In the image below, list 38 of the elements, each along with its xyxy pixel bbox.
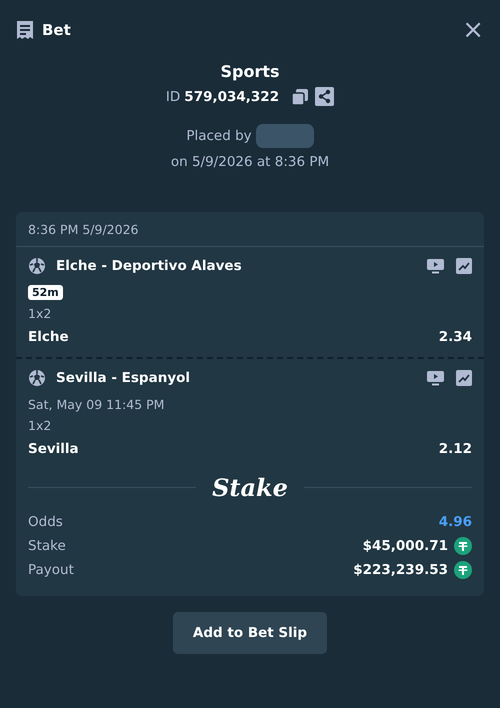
selection-odds: 2.34: [438, 329, 472, 345]
receipt-icon: [16, 20, 34, 40]
brand-logo: Stake: [212, 473, 288, 502]
selection-odds: 2.12: [438, 441, 472, 457]
bet-timestamp: 8:36 PM 5/9/2026: [16, 212, 484, 247]
id-label: ID: [166, 88, 180, 104]
match-name[interactable]: Sevilla - Espanyol: [56, 370, 417, 386]
live-time-badge: 52m: [28, 285, 63, 300]
amount-value: $223,239.53: [353, 562, 448, 578]
soccer-ball-icon: [28, 257, 46, 275]
placed-date: on 5/9/2026 at 8:36 PM: [170, 154, 330, 170]
match-name[interactable]: Elche - Deportivo Alaves: [56, 258, 417, 274]
selection-name: Sevilla: [28, 441, 79, 457]
match-start-time: Sat, May 09 11:45 PM: [28, 397, 166, 412]
market-name: 1x2: [28, 306, 52, 321]
amount-value: $45,000.71: [362, 538, 448, 554]
currency-icon: [454, 537, 472, 555]
live-stream-icon[interactable]: [427, 258, 444, 274]
bet-category: Sports: [220, 62, 280, 81]
market-name: 1x2: [28, 418, 52, 433]
stats-chart-icon[interactable]: [456, 258, 472, 274]
add-to-bet-slip-button[interactable]: Add to Bet Slip: [172, 612, 328, 654]
summary-label: Payout: [28, 562, 74, 578]
total-odds: 4.96: [438, 514, 472, 530]
summary-label: Stake: [28, 538, 66, 554]
window-title: Bet: [42, 21, 71, 39]
soccer-ball-icon: [28, 369, 46, 387]
placed-by-label: Placed by: [186, 128, 252, 144]
currency-icon: [454, 561, 472, 579]
selection-name: Elche: [28, 329, 69, 345]
summary-label: Odds: [28, 514, 63, 530]
bet-id: 579,034,322: [184, 88, 280, 104]
close-button[interactable]: ×: [462, 17, 484, 43]
copy-icon[interactable]: [291, 88, 310, 106]
stats-chart-icon[interactable]: [456, 370, 472, 386]
live-stream-icon[interactable]: [427, 370, 444, 386]
share-icon[interactable]: [315, 87, 334, 106]
hidden-username: [256, 124, 314, 148]
